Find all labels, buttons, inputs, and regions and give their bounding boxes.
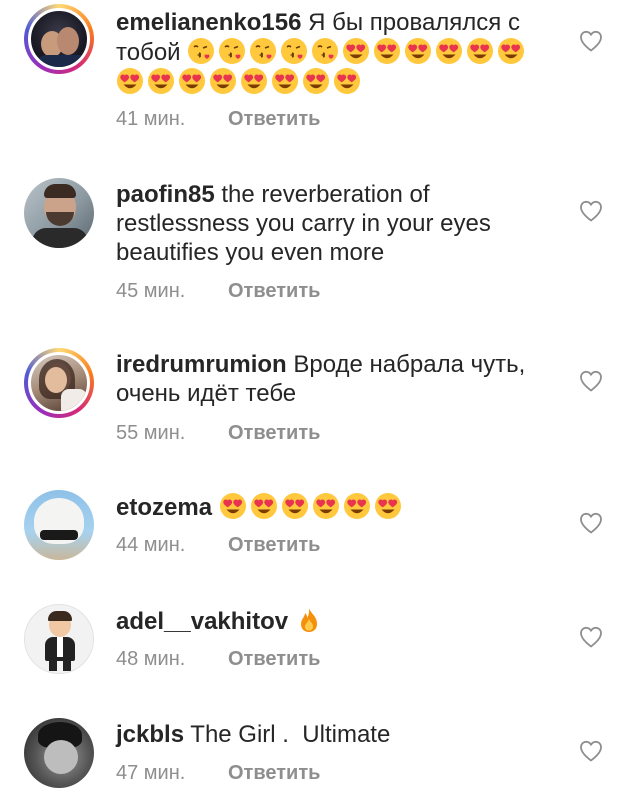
heart-eyes-emoji: [271, 67, 299, 95]
avatar[interactable]: [24, 718, 94, 788]
heart-eyes-emoji: [209, 67, 237, 95]
reply-button[interactable]: Ответить: [228, 422, 320, 444]
avatar[interactable]: [24, 604, 94, 674]
comment-username[interactable]: jckbls: [116, 721, 184, 748]
heart-outline-icon[interactable]: [578, 624, 604, 650]
heart-eyes-emoji: [404, 37, 432, 65]
heart-eyes-emoji: [240, 67, 268, 95]
heart-eyes-emoji: [343, 492, 371, 520]
reply-button[interactable]: Ответить: [228, 762, 320, 784]
avatar[interactable]: [24, 178, 94, 248]
heart-eyes-emoji: [147, 67, 175, 95]
heart-eyes-emoji: [333, 67, 361, 95]
heart-eyes-emoji: [219, 492, 247, 520]
heart-eyes-emoji: [178, 67, 206, 95]
comment-meta: 45 мин. Ответить: [116, 280, 320, 303]
comment-meta: 41 мин. Ответить: [116, 108, 320, 131]
avatar[interactable]: [24, 348, 94, 418]
comment-timestamp: 55 мин.: [116, 422, 186, 444]
comment-body: emelianenko156 Я бы провалялся с тобой: [116, 8, 556, 97]
kissing-face-emoji: [280, 37, 308, 65]
comment-username[interactable]: adel__vakhitov: [116, 608, 288, 635]
comment-meta: 48 мин. Ответить: [116, 648, 320, 671]
emoji-sequence: [219, 494, 405, 521]
heart-eyes-emoji: [374, 492, 402, 520]
comment-username[interactable]: etozema: [116, 494, 212, 521]
comment-timestamp: 48 мин.: [116, 648, 186, 670]
comment-timestamp: 41 мин.: [116, 108, 186, 130]
heart-eyes-emoji: [116, 67, 144, 95]
comment-timestamp: 47 мин.: [116, 762, 186, 784]
comment-timestamp: 45 мин.: [116, 280, 186, 302]
heart-outline-icon[interactable]: [578, 28, 604, 54]
heart-eyes-emoji: [435, 37, 463, 65]
reply-button[interactable]: Ответить: [228, 534, 320, 556]
heart-outline-icon[interactable]: [578, 738, 604, 764]
comment-text: The Girl . Ultimate: [190, 721, 391, 748]
comment-timestamp: 44 мин.: [116, 534, 186, 556]
avatar[interactable]: [24, 490, 94, 560]
kissing-face-emoji: [187, 37, 215, 65]
comment-username[interactable]: iredrumrumion: [116, 351, 287, 378]
heart-eyes-emoji: [466, 37, 494, 65]
avatar[interactable]: [24, 4, 94, 74]
comments-list: emelianenko156 Я бы провалялся с тобой 4…: [0, 0, 640, 809]
comment-body: jckbls The Girl . Ultimate: [116, 720, 556, 749]
comment-username[interactable]: emelianenko156: [116, 9, 301, 36]
reply-button[interactable]: Ответить: [228, 108, 320, 130]
heart-outline-icon[interactable]: [578, 198, 604, 224]
heart-outline-icon[interactable]: [578, 510, 604, 536]
comment-body: paofin85 the reverberation of restlessne…: [116, 180, 556, 267]
kissing-face-emoji: [218, 37, 246, 65]
heart-eyes-emoji: [302, 67, 330, 95]
comment-body: adel__vakhitov: [116, 606, 556, 636]
heart-eyes-emoji: [250, 492, 278, 520]
heart-outline-icon[interactable]: [578, 368, 604, 394]
heart-eyes-emoji: [497, 37, 525, 65]
comment-meta: 55 мин. Ответить: [116, 422, 320, 445]
heart-eyes-emoji: [281, 492, 309, 520]
heart-eyes-emoji: [342, 37, 370, 65]
comment-meta: 44 мин. Ответить: [116, 534, 320, 557]
comment-body: iredrumrumion Вроде набрала чуть, очень …: [116, 350, 556, 408]
heart-eyes-emoji: [373, 37, 401, 65]
comment-meta: 47 мин. Ответить: [116, 762, 320, 785]
reply-button[interactable]: Ответить: [228, 648, 320, 670]
comment-body: etozema: [116, 492, 556, 522]
comment-username[interactable]: paofin85: [116, 181, 215, 208]
kissing-face-emoji: [311, 37, 339, 65]
kissing-face-emoji: [249, 37, 277, 65]
reply-button[interactable]: Ответить: [228, 280, 320, 302]
fire-emoji: [295, 606, 323, 634]
heart-eyes-emoji: [312, 492, 340, 520]
